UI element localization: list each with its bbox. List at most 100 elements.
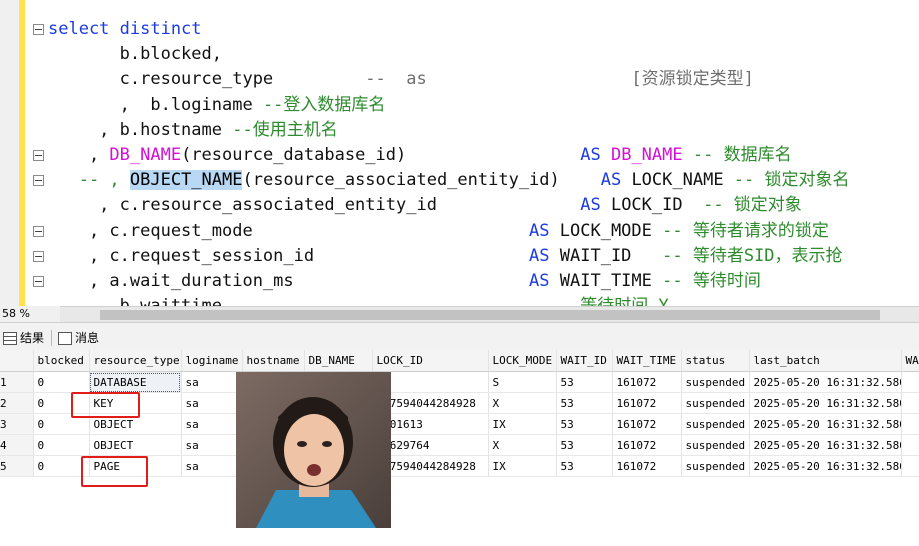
column-header[interactable]: LOCK_MODE — [488, 350, 557, 372]
column-header[interactable]: LOCK_ID — [372, 350, 489, 372]
tab-messages-label: 消息 — [75, 331, 100, 345]
grid-cell[interactable]: sa — [181, 413, 243, 435]
code-token: b.waittime — [48, 296, 222, 306]
grid-icon — [3, 332, 17, 345]
grid-cell[interactable]: DATABASE — [89, 371, 182, 393]
grid-cell[interactable]: suspended — [681, 455, 750, 477]
grid-cell[interactable]: suspended — [681, 434, 750, 456]
grid-cell[interactable] — [901, 392, 919, 414]
highlight-box-key — [71, 392, 140, 418]
column-header[interactable]: DB_NAME — [304, 350, 373, 372]
grid-cell[interactable]: 0 — [33, 371, 90, 393]
code-token: AS — [529, 245, 560, 266]
code-token: -- , — [48, 170, 130, 191]
grid-cell[interactable]: sa — [181, 371, 243, 393]
column-header[interactable]: blocked — [33, 350, 90, 372]
grid-cell[interactable]: 0 — [33, 434, 90, 456]
grid-cell[interactable] — [901, 455, 919, 477]
fold-toggle-icon[interactable] — [33, 175, 44, 186]
reaction-photo — [236, 372, 391, 528]
grid-cell[interactable]: sa — [181, 455, 243, 477]
grid-cell[interactable]: IX — [488, 413, 557, 435]
fold-toggle-icon[interactable] — [33, 226, 44, 237]
sql-editor[interactable]: select distinct b.blocked, c.resource_ty… — [0, 0, 919, 306]
grid-cell[interactable] — [901, 371, 919, 393]
row-number[interactable]: 2 — [0, 392, 34, 414]
grid-cell[interactable]: 2025-05-20 16:31:32.580 — [749, 392, 902, 414]
fold-toggle-icon[interactable] — [33, 150, 44, 161]
code-line: , c.resource_associated_entity_id AS LOC… — [48, 193, 802, 218]
row-number[interactable]: 3 — [0, 413, 34, 435]
row-number[interactable]: 4 — [0, 434, 34, 456]
column-header[interactable]: loginame — [181, 350, 243, 372]
grid-cell[interactable]: 53 — [556, 413, 613, 435]
grid-cell[interactable]: 161072 — [612, 413, 682, 435]
code-line: c.resource_type -- as [资源锁定类型] — [48, 67, 754, 92]
change-tracking-bar — [20, 0, 25, 306]
grid-cell[interactable]: 2025-05-20 16:31:32.580 — [749, 413, 902, 435]
grid-cell[interactable]: OBJECT — [89, 434, 182, 456]
scrollbar-thumb[interactable] — [100, 310, 880, 320]
code-token: c.resource_type — [48, 69, 366, 90]
table-row[interactable]: 4 0 OBJECT sa 86629764 X 53 161072 suspended 2025… — [0, 434, 919, 456]
grid-cell[interactable]: 161072 — [612, 455, 682, 477]
fold-toggle-icon[interactable] — [33, 251, 44, 262]
column-header[interactable]: WAIT_ID — [556, 350, 613, 372]
grid-cell[interactable]: 2025-05-20 16:31:32.580 — [749, 434, 902, 456]
row-number[interactable]: 1 — [0, 371, 34, 393]
grid-cell[interactable]: 2025-05-20 16:31:32.580 — [749, 455, 902, 477]
code-token: , — [48, 145, 110, 165]
grid-cell[interactable] — [901, 434, 919, 456]
fold-toggle-icon[interactable] — [33, 24, 44, 35]
grid-cell[interactable]: sa — [181, 434, 243, 456]
grid-cell[interactable]: suspended — [681, 392, 750, 414]
code-token: AS — [529, 271, 560, 291]
code-token: -- 等待者请求的锁定 — [651, 220, 829, 241]
column-header[interactable]: last_batch — [749, 350, 902, 372]
tab-messages[interactable]: 消息 — [55, 328, 99, 348]
tab-divider — [51, 330, 52, 346]
code-token: LOCK_MODE — [559, 220, 652, 241]
code-token: LOCK_NAME — [631, 170, 724, 191]
horizontal-scrollbar[interactable] — [60, 306, 919, 323]
grid-cell[interactable]: 53 — [556, 392, 613, 414]
grid-cell[interactable] — [901, 413, 919, 435]
grid-cell[interactable]: 161072 — [612, 434, 682, 456]
column-header[interactable]: status — [681, 350, 750, 372]
grid-cell[interactable]: 2025-05-20 16:31:32.580 — [749, 371, 902, 393]
grid-cell[interactable]: 161072 — [612, 371, 682, 393]
grid-cell[interactable]: S — [488, 371, 557, 393]
row-number[interactable]: 5 — [0, 455, 34, 477]
grid-header-row: blocked resource_type loginame hostname DB_N… — [0, 350, 919, 372]
tab-results[interactable]: 结果 — [0, 328, 44, 348]
column-header[interactable] — [0, 350, 34, 372]
results-tab-strip: 结果 消息 — [0, 322, 919, 351]
column-header[interactable]: hostname — [242, 350, 305, 372]
table-row[interactable]: 1 0 DATABASE sa S 53 161072 suspended 2025-05-20… — [0, 371, 919, 393]
grid-cell[interactable]: X — [488, 434, 557, 456]
grid-cell[interactable]: suspended — [681, 413, 750, 435]
grid-cell[interactable]: 53 — [556, 455, 613, 477]
tab-results-label: 结果 — [20, 331, 45, 345]
grid-cell[interactable]: 161072 — [612, 392, 682, 414]
column-header[interactable]: WA — [901, 350, 919, 372]
code-token: , a.wait_duration_ms — [48, 271, 294, 291]
column-header[interactable]: resource_type — [89, 350, 182, 372]
grid-cell[interactable]: 53 — [556, 371, 613, 393]
grid-cell[interactable]: sa — [181, 392, 243, 414]
code-token: --使用主机名 — [232, 119, 338, 140]
grid-cell[interactable]: 53 — [556, 434, 613, 456]
code-line: b.blocked, — [48, 42, 222, 67]
fold-toggle-icon[interactable] — [33, 276, 44, 287]
code-token: , b.loginame — [48, 94, 263, 115]
grid-cell[interactable]: X — [488, 392, 557, 414]
zoom-level[interactable]: 58 % — [0, 306, 60, 322]
column-header[interactable]: WAIT_TIME — [612, 350, 682, 372]
grid-cell[interactable]: suspended — [681, 371, 750, 393]
grid-cell[interactable]: IX — [488, 455, 557, 477]
code-token: , b.hostname — [48, 119, 233, 140]
